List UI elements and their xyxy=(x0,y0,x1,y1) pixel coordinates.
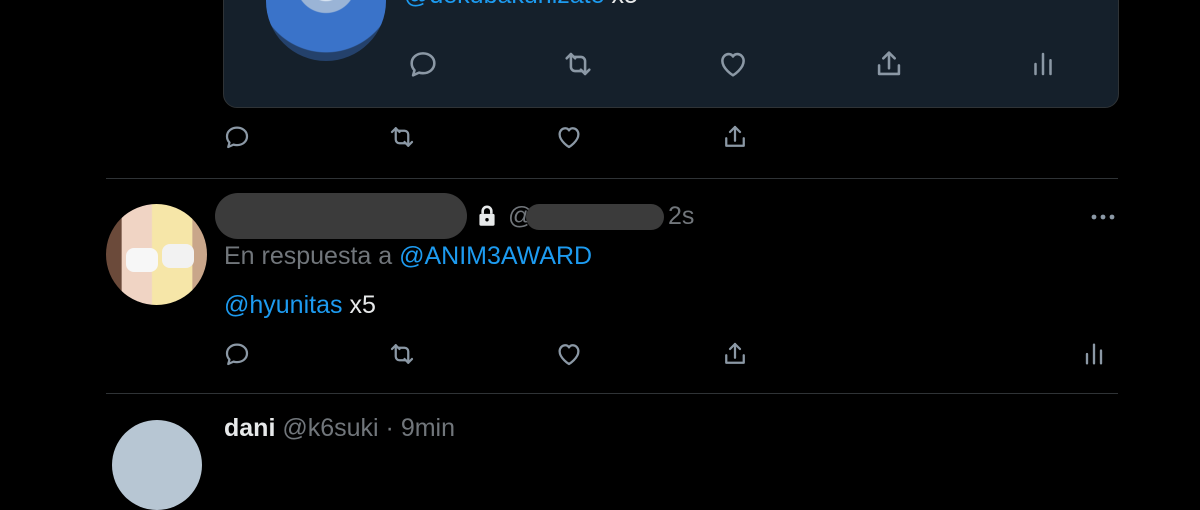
like-icon xyxy=(558,344,580,366)
share-button[interactable] xyxy=(720,339,750,369)
quote-reply-button[interactable] xyxy=(406,47,440,81)
body-mention[interactable]: @hyunitas xyxy=(224,291,343,319)
tweet-timestamp[interactable]: 2s xyxy=(668,202,694,231)
quote-like-button[interactable] xyxy=(716,47,750,81)
retweet-button[interactable] xyxy=(386,122,418,152)
quoted-tweet-text: @dekubakunizate x5 xyxy=(404,0,638,10)
tweet-text: @hyunitas x5 xyxy=(224,291,376,320)
quote-analytics-button[interactable] xyxy=(1028,47,1058,81)
avatar-face-mask xyxy=(162,244,194,268)
more-options-button[interactable] xyxy=(1090,211,1116,223)
lock-icon xyxy=(474,203,500,234)
retweet-icon xyxy=(390,344,414,364)
share-icon xyxy=(725,342,745,364)
analytics-icon xyxy=(1085,343,1103,365)
body-suffix: x5 xyxy=(342,291,376,319)
like-icon xyxy=(558,127,580,149)
reply-context: En respuesta a @ANIM3AWARD xyxy=(224,242,592,271)
analytics-icon xyxy=(1034,52,1052,76)
reply-button[interactable] xyxy=(222,122,252,152)
retweet-icon xyxy=(390,127,414,147)
quote-retweet-button[interactable] xyxy=(560,47,596,81)
retweet-button[interactable] xyxy=(386,339,418,369)
tweet-divider xyxy=(106,178,1118,179)
tweet-divider xyxy=(106,393,1118,394)
like-button[interactable] xyxy=(554,339,584,369)
redacted-display-name xyxy=(215,193,467,239)
quoted-tweet-card[interactable]: @dekubakunizate x5 xyxy=(223,0,1119,108)
reply-button[interactable] xyxy=(222,339,252,369)
next-tweet-header: dani @k6suki · 9min xyxy=(224,414,455,443)
next-tweet-avatar[interactable] xyxy=(112,420,202,510)
next-tweet-display-name[interactable]: dani xyxy=(224,414,275,442)
reply-prefix: En respuesta a xyxy=(224,242,400,270)
analytics-button[interactable] xyxy=(1080,339,1108,369)
reply-to-mention[interactable]: @ANIM3AWARD xyxy=(399,242,592,270)
share-button[interactable] xyxy=(720,122,750,152)
more-icon xyxy=(1091,214,1115,220)
reply-icon xyxy=(225,343,249,366)
reply-icon xyxy=(410,52,436,77)
quoted-tweet-avatar[interactable] xyxy=(266,0,386,61)
retweet-icon xyxy=(565,52,591,76)
next-tweet-handle[interactable]: @k6suki xyxy=(282,414,378,442)
quoted-tweet-mention[interactable]: @dekubakunizate xyxy=(404,0,605,9)
reply-icon xyxy=(225,126,249,149)
share-icon xyxy=(725,125,745,147)
avatar-face-mask xyxy=(126,248,158,272)
like-icon xyxy=(721,52,745,77)
tweet-avatar[interactable] xyxy=(106,204,207,305)
quote-share-button[interactable] xyxy=(872,47,906,81)
share-icon xyxy=(877,51,901,76)
like-button[interactable] xyxy=(554,122,584,152)
next-tweet-separator: · xyxy=(378,414,401,442)
redacted-handle xyxy=(526,204,664,230)
quoted-tweet-suffix: x5 xyxy=(605,0,637,9)
next-tweet-time[interactable]: 9min xyxy=(401,414,455,442)
